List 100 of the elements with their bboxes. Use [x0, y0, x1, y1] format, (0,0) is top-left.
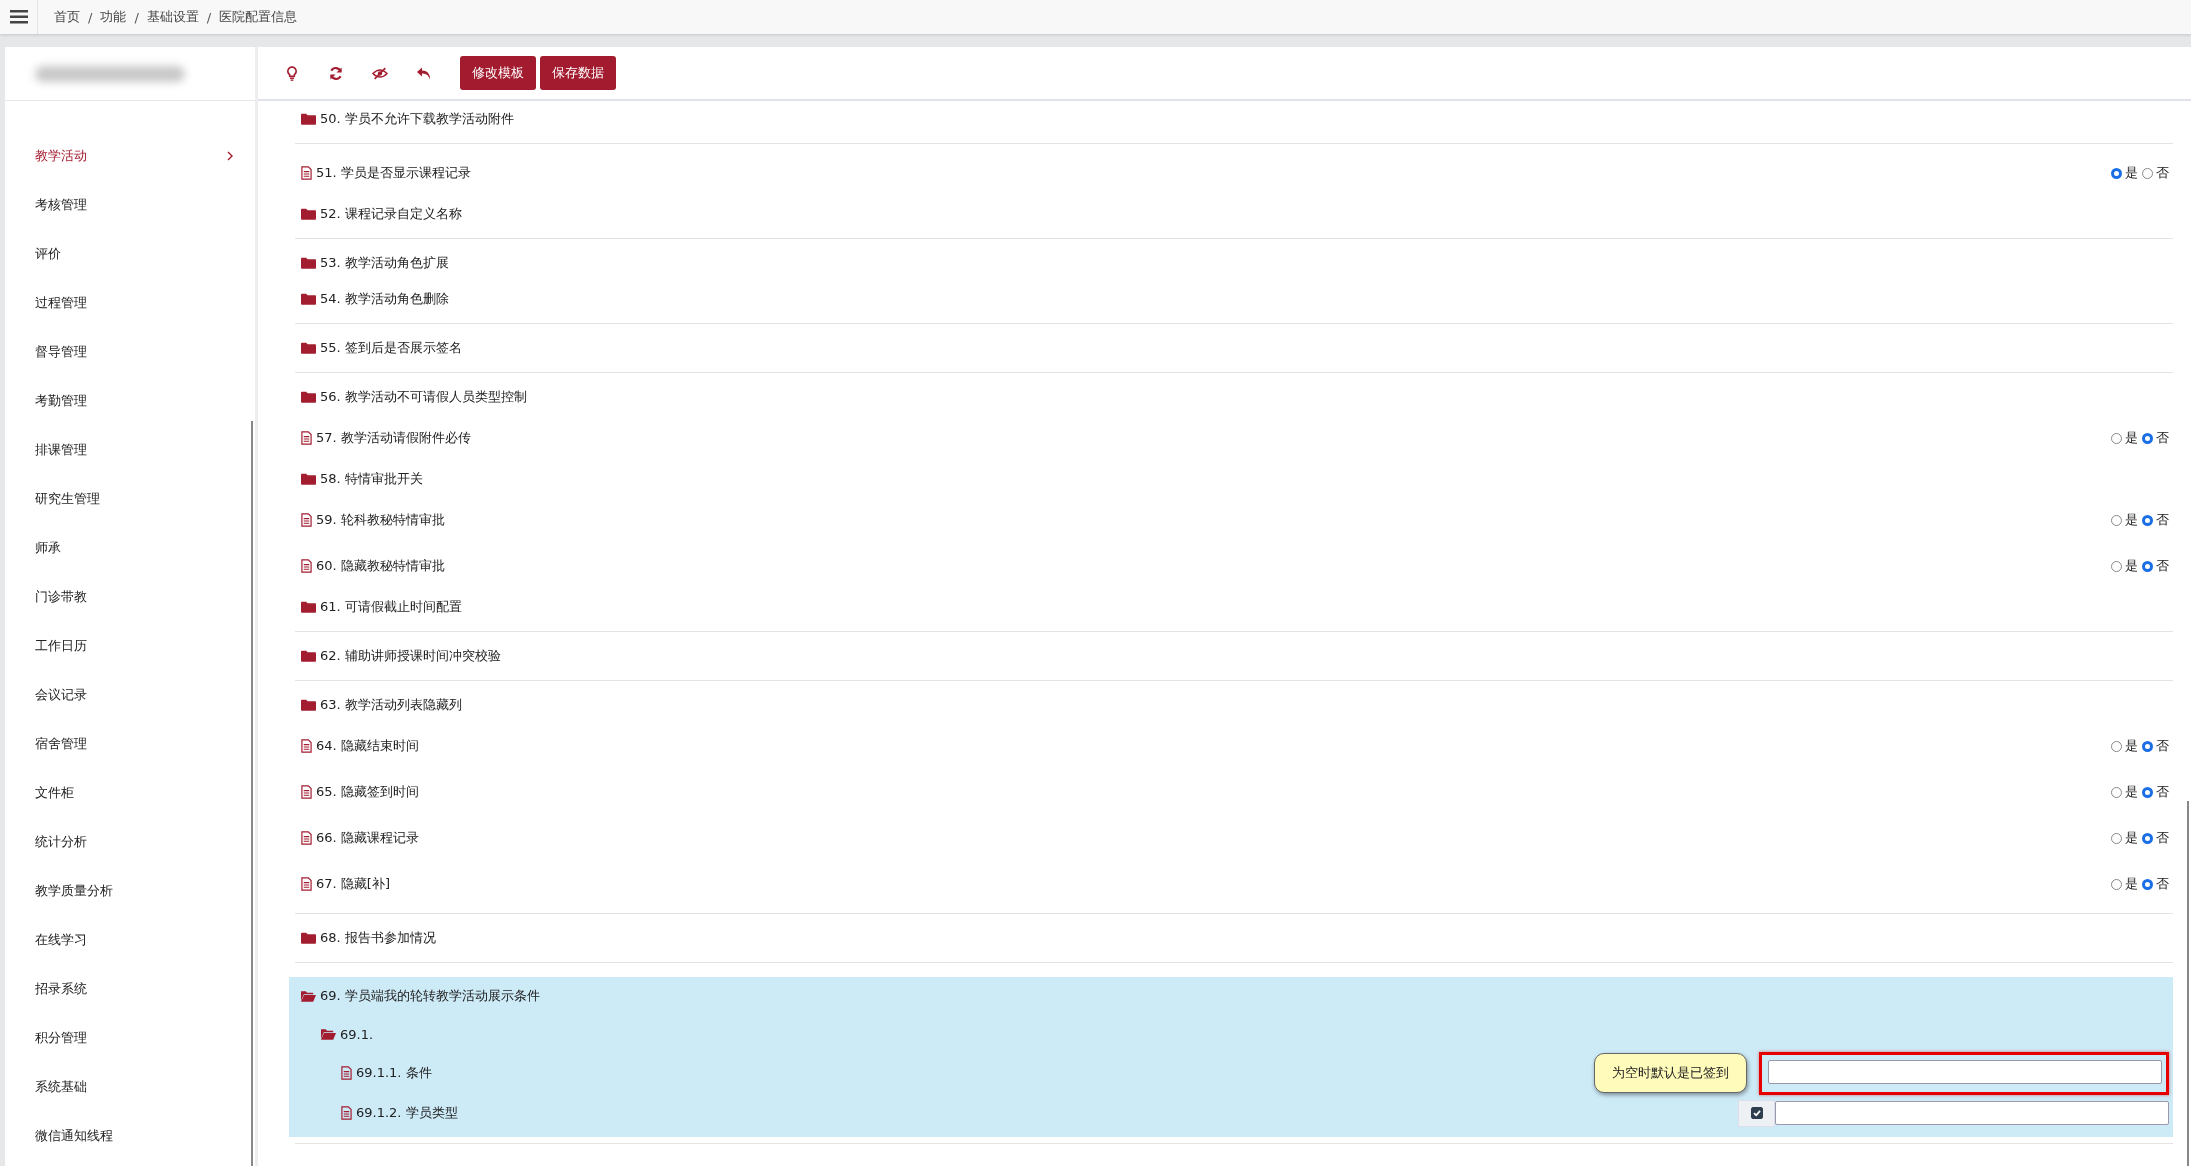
lightbulb-icon[interactable] [284, 65, 300, 81]
setting-label: 56. 教学活动不可请假人员类型控制 [320, 388, 527, 406]
sidebar-item[interactable]: 督导管理 [5, 327, 255, 376]
sidebar-item[interactable]: 系统基础 [5, 1062, 255, 1111]
radio-option[interactable]: 是 [2111, 783, 2138, 801]
radio-option[interactable]: 是 [2111, 829, 2138, 847]
open-folder-icon[interactable] [321, 1028, 336, 1040]
folder-icon[interactable] [301, 601, 316, 613]
sidebar-item[interactable]: 统计分析 [5, 817, 255, 866]
setting-label: 54. 教学活动角色删除 [320, 290, 449, 308]
radio-option[interactable]: 是 [2111, 875, 2138, 893]
document-icon [301, 785, 312, 799]
hidden-eye-icon[interactable] [372, 65, 388, 81]
radio-option[interactable]: 否 [2142, 164, 2169, 182]
setting-label: 63. 教学活动列表隐藏列 [320, 696, 462, 714]
sidebar-item[interactable]: 工作日历 [5, 621, 255, 670]
setting-label: 61. 可请假截止时间配置 [320, 598, 462, 616]
radio-option[interactable]: 是 [2111, 164, 2138, 182]
setting-label: 50. 学员不允许下载教学活动附件 [320, 110, 514, 128]
breadcrumb-link[interactable]: 首页 [54, 8, 80, 26]
setting-label: 66. 隐藏课程记录 [316, 829, 419, 847]
refresh-icon[interactable] [328, 65, 344, 81]
sidebar-item[interactable]: 会议记录 [5, 670, 255, 719]
folder-icon[interactable] [301, 932, 316, 944]
sidebar-item[interactable]: 师承 [5, 523, 255, 572]
setting-label: 52. 课程记录自定义名称 [320, 205, 462, 223]
radio-option[interactable]: 否 [2142, 829, 2169, 847]
document-icon [341, 1066, 352, 1080]
radio-option[interactable]: 否 [2142, 557, 2169, 575]
folder-icon[interactable] [301, 699, 316, 711]
menu-icon[interactable] [9, 10, 28, 24]
sidebar-item[interactable]: 微信通知线程 [5, 1111, 255, 1160]
open-folder-icon[interactable] [301, 990, 316, 1002]
document-icon [301, 166, 312, 180]
sidebar-item[interactable]: 在线学习 [5, 915, 255, 964]
sidebar-item[interactable]: 招录系统 [5, 964, 255, 1013]
folder-icon[interactable] [301, 257, 316, 269]
tooltip: 为空时默认是已签到 [1594, 1053, 1747, 1093]
folder-icon[interactable] [301, 113, 316, 125]
breadcrumb-link[interactable]: 基础设置 [146, 8, 199, 26]
folder-icon[interactable] [301, 293, 316, 305]
setting-label: 57. 教学活动请假附件必传 [316, 429, 471, 447]
scrollbar[interactable] [2187, 801, 2189, 1166]
sidebar-item[interactable]: 研究生管理 [5, 474, 255, 523]
setting-label: 53. 教学活动角色扩展 [320, 254, 449, 272]
radio-option[interactable]: 否 [2142, 429, 2169, 447]
radio-option[interactable]: 否 [2142, 783, 2169, 801]
toolbar-button[interactable]: 修改模板 [460, 56, 536, 90]
document-icon [341, 1106, 352, 1120]
document-icon [301, 831, 312, 845]
folder-icon[interactable] [301, 208, 316, 220]
setting-label: 62. 辅助讲师授课时间冲突校验 [320, 647, 501, 665]
undo-icon[interactable] [416, 65, 432, 81]
sidebar-item[interactable]: 过程管理 [5, 278, 255, 327]
sidebar-item[interactable]: 宿舍管理 [5, 719, 255, 768]
sidebar-item[interactable]: 文件柜 [5, 768, 255, 817]
folder-icon[interactable] [301, 473, 316, 485]
document-icon [301, 877, 312, 891]
setting-label: 68. 报告书参加情况 [320, 929, 436, 947]
radio-option[interactable]: 是 [2111, 737, 2138, 755]
setting-label: 67. 隐藏[补] [316, 875, 390, 893]
breadcrumb-link[interactable]: 医院配置信息 [219, 8, 298, 26]
setting-label: 69.1.1. 条件 [356, 1064, 432, 1082]
sidebar-item[interactable]: 考核管理 [5, 180, 255, 229]
radio-option[interactable]: 是 [2111, 429, 2138, 447]
setting-label: 59. 轮科教秘特情审批 [316, 511, 445, 529]
setting-label: 51. 学员是否显示课程记录 [316, 164, 471, 182]
setting-label: 69.1.2. 学员类型 [356, 1104, 458, 1122]
radio-option[interactable]: 否 [2142, 875, 2169, 893]
folder-icon[interactable] [301, 342, 316, 354]
setting-label: 65. 隐藏签到时间 [316, 783, 419, 801]
document-icon [301, 431, 312, 445]
checkbox[interactable] [1750, 1107, 1763, 1119]
radio-option[interactable]: 是 [2111, 511, 2138, 529]
sidebar-item[interactable]: 评价 [5, 229, 255, 278]
breadcrumb-separator: / [134, 9, 139, 25]
setting-label: 55. 签到后是否展示签名 [320, 339, 462, 357]
sidebar-item[interactable]: 教学活动 [5, 131, 255, 180]
text-field[interactable] [1759, 1051, 2169, 1095]
document-icon [301, 559, 312, 573]
folder-icon[interactable] [301, 650, 316, 662]
folder-icon[interactable] [301, 391, 316, 403]
scrollbar[interactable] [251, 421, 253, 1166]
document-icon [301, 739, 312, 753]
setting-label: 69.1. [340, 1026, 374, 1042]
breadcrumb-separator: / [88, 9, 93, 25]
sidebar-item[interactable]: 门诊带教 [5, 572, 255, 621]
sidebar-item[interactable]: 积分管理 [5, 1013, 255, 1062]
sidebar-item[interactable]: 考勤管理 [5, 376, 255, 425]
sidebar-item[interactable]: 教学质量分析 [5, 866, 255, 915]
radio-option[interactable]: 否 [2142, 511, 2169, 529]
radio-option[interactable]: 否 [2142, 737, 2169, 755]
setting-label: 64. 隐藏结束时间 [316, 737, 419, 755]
sidebar-item[interactable]: 排课管理 [5, 425, 255, 474]
toolbar-button[interactable]: 保存数据 [540, 56, 616, 90]
breadcrumb-link[interactable]: 功能 [100, 8, 127, 26]
breadcrumb-separator: / [206, 9, 212, 25]
radio-option[interactable]: 是 [2111, 557, 2138, 575]
text-field[interactable] [1775, 1101, 2169, 1125]
setting-label: 60. 隐藏教秘特情审批 [316, 557, 445, 575]
